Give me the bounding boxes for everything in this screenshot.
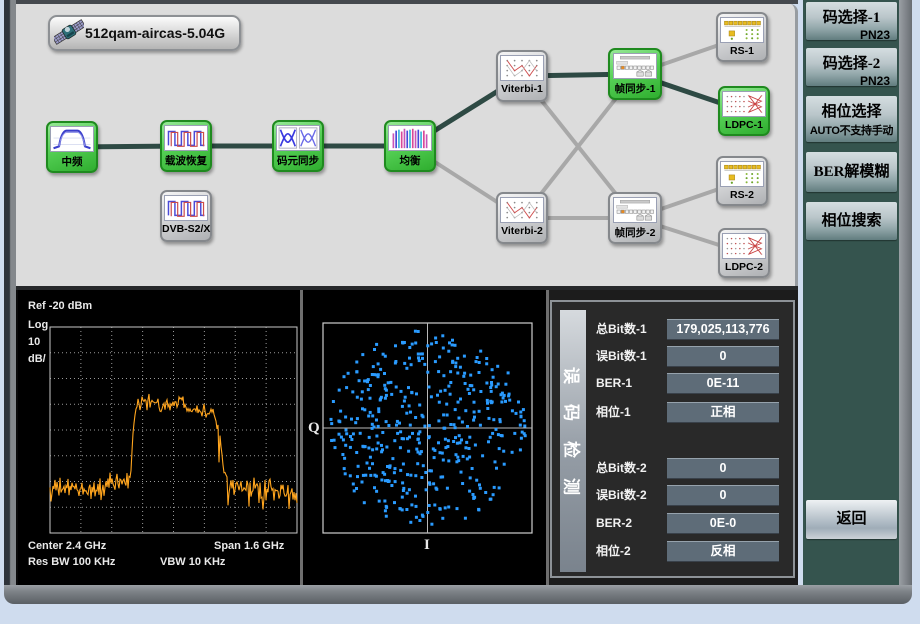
block-ldpc2[interactable]: LDPC-2 xyxy=(718,228,770,278)
block-rs1[interactable]: RS-1 xyxy=(716,12,768,62)
window-frame-right xyxy=(899,0,912,599)
framesync-icon xyxy=(613,197,657,223)
block-label: LDPC-2 xyxy=(720,261,768,273)
main-area: 512qam-aircas-5.04G 中频 载波恢复 码元同步 均衡 DVB-S2/X… xyxy=(16,4,798,585)
code-select-1-button[interactable]: 码选择-1PN23 xyxy=(806,2,897,40)
application-window: 512qam-aircas-5.04G 中频 载波恢复 码元同步 均衡 DVB-S2/X… xyxy=(0,0,920,624)
ber-label-0: 总Bit数-1 xyxy=(596,319,668,340)
framesync-icon xyxy=(613,53,657,79)
sidebar: 码选择-1PN23码选择-2PN23相位选择AUTO不支持手动BER解模糊相位搜… xyxy=(803,0,900,585)
ber-tab-label: 误码检测 xyxy=(561,367,586,515)
block-dvb[interactable]: DVB-S2/X xyxy=(160,190,212,242)
block-label: 码元同步 xyxy=(274,153,322,168)
vbw-label: VBW 10 KHz xyxy=(160,556,225,568)
log-label: Log xyxy=(28,319,48,331)
button-label: 相位搜索 xyxy=(806,202,897,240)
trellis-icon xyxy=(500,55,544,81)
ber-area: 误码检测 总Bit数-1179,025,113,776误Bit数-10BER-1… xyxy=(549,290,798,585)
ldpc-icon xyxy=(722,233,766,259)
block-label: 中频 xyxy=(48,154,96,169)
rbw-label: Res BW 100 KHz xyxy=(28,556,115,568)
signal-chain-canvas: 512qam-aircas-5.04G 中频 载波恢复 码元同步 均衡 DVB-S2/X… xyxy=(16,4,798,286)
ber-value-4: 0 xyxy=(667,458,779,479)
block-label: LDPC-1 xyxy=(720,119,768,131)
rs-icon xyxy=(720,161,764,187)
ber-panel-tab: 误码检测 xyxy=(560,310,586,572)
bars-icon xyxy=(388,125,432,151)
squarewave-icon xyxy=(164,195,208,221)
block-eq[interactable]: 均衡 xyxy=(384,120,436,172)
ber-value-7: 反相 xyxy=(667,541,779,562)
block-fs1[interactable]: 帧同步-1 xyxy=(608,48,662,100)
eye-icon xyxy=(276,125,320,151)
block-ldpc1[interactable]: LDPC-1 xyxy=(718,86,770,136)
block-label: Viterbi-2 xyxy=(498,225,546,237)
ber-label-1: 误Bit数-1 xyxy=(596,346,668,367)
ber-label-3: 相位-1 xyxy=(596,402,668,423)
ber-label-5: 误Bit数-2 xyxy=(596,485,668,506)
back-button[interactable]: 返回 xyxy=(806,500,897,539)
button-label: 相位选择 xyxy=(806,96,897,121)
window-frame-left xyxy=(4,0,16,585)
ber-deambiguity-button[interactable]: BER解模糊 xyxy=(806,152,897,192)
ber-label-2: BER-1 xyxy=(596,373,668,394)
phase-search-button[interactable]: 相位搜索 xyxy=(806,202,897,240)
scale-label: 10 xyxy=(28,336,40,348)
ber-label-7: 相位-2 xyxy=(596,541,668,562)
block-carrier[interactable]: 载波恢复 xyxy=(160,120,212,172)
ber-value-1: 0 xyxy=(667,346,779,367)
code-select-2-button[interactable]: 码选择-2PN23 xyxy=(806,48,897,86)
scale-unit-label: dB/ xyxy=(28,353,46,365)
button-value: PN23 xyxy=(806,28,897,42)
button-value: PN23 xyxy=(806,74,897,88)
block-label: RS-1 xyxy=(718,45,766,57)
ber-value-2: 0E-11 xyxy=(667,373,779,394)
back-button-label: 返回 xyxy=(806,500,897,539)
span-label: Span 1.6 GHz xyxy=(214,540,284,552)
block-symbol[interactable]: 码元同步 xyxy=(272,120,324,172)
block-label: 帧同步-1 xyxy=(610,81,660,96)
center-freq-label: Center 2.4 GHz xyxy=(28,540,106,552)
block-vit1[interactable]: Viterbi-1 xyxy=(496,50,548,102)
spectrum-panel: Ref -20 dBm Log 10 dB/ Center 2.4 GHz Sp… xyxy=(18,290,300,585)
trellis-icon xyxy=(500,197,544,223)
signal-source-button[interactable]: 512qam-aircas-5.04G xyxy=(48,15,241,51)
measurement-panels: Ref -20 dBm Log 10 dB/ Center 2.4 GHz Sp… xyxy=(16,290,798,585)
ber-value-0: 179,025,113,776 xyxy=(667,319,779,340)
button-label: BER解模糊 xyxy=(806,152,897,192)
q-axis-label: Q xyxy=(308,420,320,437)
rs-icon xyxy=(720,17,764,43)
ref-level-label: Ref -20 dBm xyxy=(28,300,92,312)
block-fs2[interactable]: 帧同步-2 xyxy=(608,192,662,244)
signal-source-label: 512qam-aircas-5.04G xyxy=(85,25,225,41)
block-label: 均衡 xyxy=(386,153,434,168)
ber-panel: 误码检测 总Bit数-1179,025,113,776误Bit数-10BER-1… xyxy=(550,300,795,578)
squarewave-icon xyxy=(164,125,208,151)
block-label: 帧同步-2 xyxy=(610,225,660,240)
button-label: 码选择-2 xyxy=(806,48,897,73)
block-label: 载波恢复 xyxy=(162,153,210,168)
block-label: Viterbi-1 xyxy=(498,83,546,95)
window-frame-bottom xyxy=(4,585,912,604)
block-label: RS-2 xyxy=(718,189,766,201)
ber-value-3: 正相 xyxy=(667,402,779,423)
ldpc-icon xyxy=(722,91,766,117)
block-vit2[interactable]: Viterbi-2 xyxy=(496,192,548,244)
phase-select-button[interactable]: 相位选择AUTO不支持手动 xyxy=(806,96,897,142)
block-label: DVB-S2/X xyxy=(162,223,210,235)
button-value: AUTO不支持手动 xyxy=(806,122,897,138)
i-axis-label: I xyxy=(424,537,430,554)
satellite-icon xyxy=(54,18,84,49)
ber-label-6: BER-2 xyxy=(596,513,668,534)
constellation-panel: Q I xyxy=(303,290,546,585)
ber-label-4: 总Bit数-2 xyxy=(596,458,668,479)
spectrum-icon xyxy=(50,126,94,152)
ber-value-6: 0E-0 xyxy=(667,513,779,534)
ber-value-5: 0 xyxy=(667,485,779,506)
block-if[interactable]: 中频 xyxy=(46,121,98,173)
block-rs2[interactable]: RS-2 xyxy=(716,156,768,206)
button-label: 码选择-1 xyxy=(806,2,897,27)
